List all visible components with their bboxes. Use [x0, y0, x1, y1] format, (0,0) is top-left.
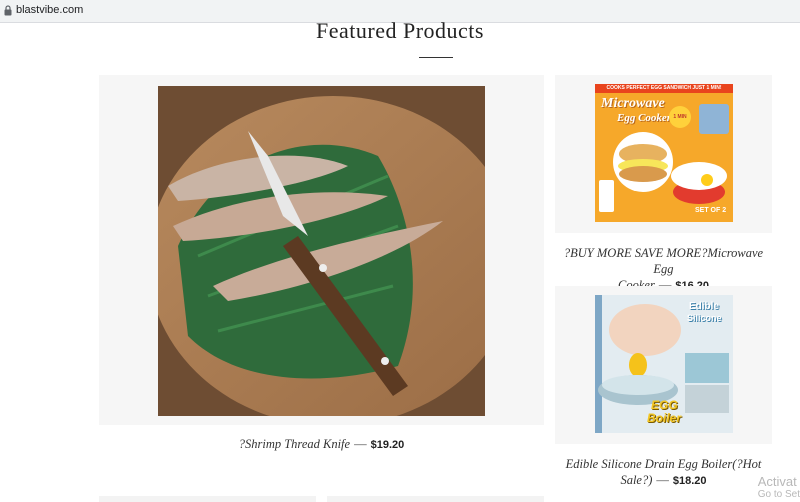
egg-cooker-badge: 1 MIN: [669, 106, 691, 128]
product-price: $18.20: [672, 475, 707, 487]
product-title-line-1[interactable]: Edible Silicone Drain Egg Boiler(?Hot: [555, 456, 772, 472]
egg-boiler-title-3: EGG: [651, 398, 678, 412]
egg-cooker-set: SET OF 2: [695, 207, 727, 214]
product-title-line-2[interactable]: Sale?): [620, 473, 652, 487]
price-separator: —: [354, 437, 367, 451]
section-title: Featured Products: [316, 18, 484, 43]
title-divider: [419, 57, 453, 58]
product-card-egg-cooker[interactable]: COOKS PERFECT EGG SANDWICH JUST 1 MIN! M…: [555, 75, 772, 233]
product-price: $19.20: [370, 439, 405, 451]
product-card-egg-boiler[interactable]: Edible Silicone EGG Boiler: [555, 286, 772, 444]
watermark-line-1: Activat: [757, 474, 797, 489]
price-separator: —: [656, 473, 669, 487]
egg-boiler-image[interactable]: Edible Silicone EGG Boiler: [595, 295, 733, 433]
product-title-line-1[interactable]: ?BUY MORE SAVE MORE?Microwave Egg: [555, 245, 772, 277]
egg-cooker-title-2: Egg Cooker: [617, 112, 672, 124]
watermark-line-2: Go to Set: [757, 489, 800, 500]
shrimp-knife-image[interactable]: [158, 86, 485, 416]
next-product-card-edge: [327, 496, 544, 502]
next-product-card-edge: [99, 496, 316, 502]
product-name-shrimp-knife[interactable]: ?Shrimp Thread Knife — $19.20: [99, 436, 544, 453]
product-card-shrimp-knife[interactable]: [99, 75, 544, 425]
egg-cooker-image[interactable]: COOKS PERFECT EGG SANDWICH JUST 1 MIN! M…: [595, 84, 733, 222]
egg-cooker-banner: COOKS PERFECT EGG SANDWICH JUST 1 MIN!: [606, 85, 722, 91]
url-text[interactable]: blastvibe.com: [16, 4, 83, 16]
product-name-egg-boiler[interactable]: Edible Silicone Drain Egg Boiler(?Hot Sa…: [555, 456, 772, 489]
activation-watermark: Activat Go to Set: [758, 474, 800, 500]
lock-icon: [4, 5, 12, 16]
egg-boiler-title-1: Edible: [689, 301, 720, 312]
product-title[interactable]: ?Shrimp Thread Knife: [239, 437, 350, 451]
egg-cooker-title-1: Microwave: [601, 96, 665, 111]
egg-boiler-title-2: Silicone: [687, 313, 722, 323]
egg-boiler-title-4: Boiler: [647, 411, 682, 425]
